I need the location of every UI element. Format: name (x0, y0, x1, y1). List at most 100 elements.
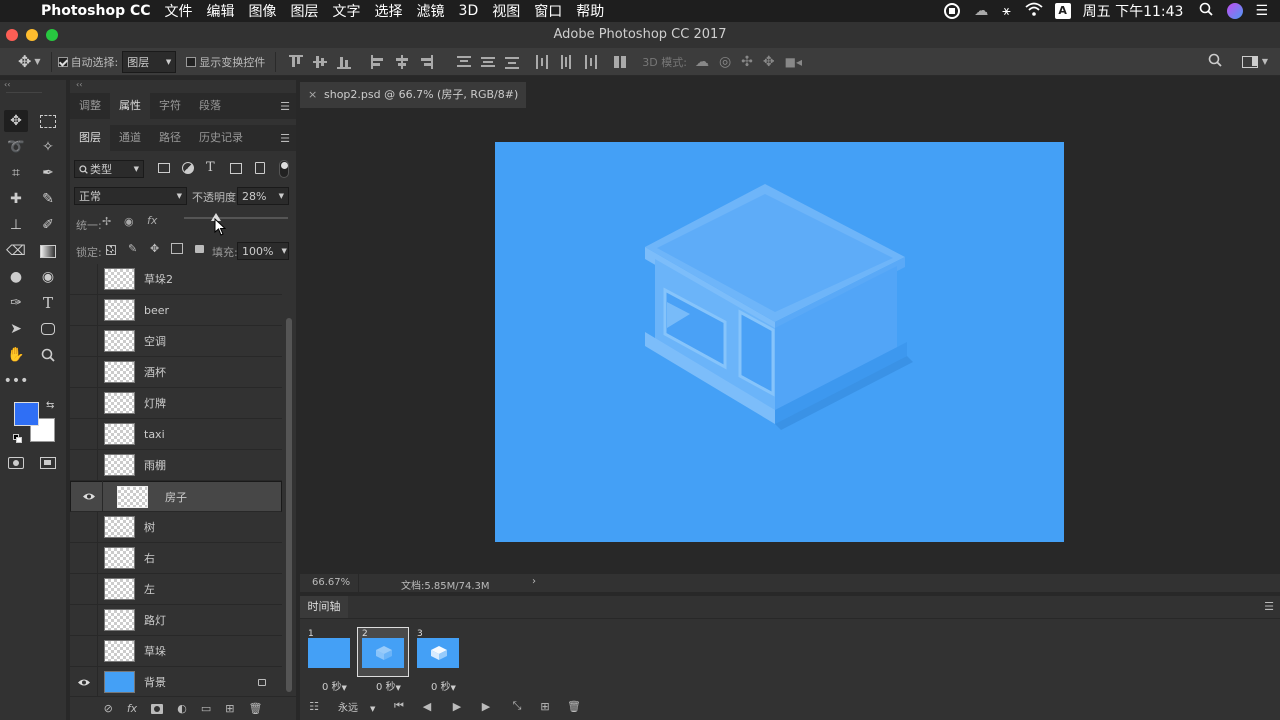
layer-thumbnail[interactable] (104, 516, 135, 538)
collapse-panels-icon[interactable]: ‹‹ (76, 80, 82, 89)
layer-row[interactable]: 草垛2 (70, 264, 282, 295)
layer-thumbnail[interactable] (104, 671, 135, 693)
layer-thumbnail[interactable] (104, 640, 135, 662)
tab-adjustments[interactable]: 调整 (70, 93, 110, 119)
3d-roll-icon[interactable]: ◎ (719, 54, 731, 70)
opacity-slider-track[interactable] (184, 217, 288, 219)
layer-thumbnail[interactable] (104, 361, 135, 383)
frame-delay-dropdown[interactable]: 0 秒▼ (376, 678, 401, 693)
menu-image[interactable]: 图像 (242, 1, 284, 21)
hand-tool-icon[interactable]: ✋ (4, 344, 28, 366)
auto-align-icon[interactable] (613, 55, 627, 69)
layer-name[interactable]: 草垛 (144, 643, 166, 659)
timeline-tab[interactable]: 时间轴 (300, 596, 348, 618)
input-method-icon[interactable]: A (1054, 3, 1071, 19)
lock-artboard-icon[interactable] (171, 243, 183, 254)
layer-name[interactable]: 右 (144, 550, 155, 566)
align-top-icon[interactable] (289, 54, 304, 69)
zoom-level[interactable]: 66.67% (312, 577, 350, 588)
layer-name[interactable]: 空调 (144, 333, 166, 349)
frame-thumbnail[interactable] (362, 638, 404, 668)
layer-row[interactable]: taxi (70, 418, 282, 450)
menu-select[interactable]: 选择 (368, 1, 410, 21)
visibility-toggle[interactable] (70, 325, 98, 357)
unify-position-icon[interactable]: ✢ (102, 215, 111, 228)
menu-3d[interactable]: 3D (452, 3, 486, 19)
eraser-tool-icon[interactable]: ⌫ (4, 240, 28, 262)
close-window-button[interactable] (6, 29, 18, 41)
frame-delay-dropdown[interactable]: 0 秒▼ (322, 678, 347, 693)
marquee-tool-icon[interactable] (36, 110, 60, 132)
layer-thumbnail[interactable] (117, 485, 148, 508)
menu-layer[interactable]: 图层 (284, 1, 326, 21)
layer-thumbnail[interactable] (104, 547, 135, 569)
magic-wand-icon[interactable]: ✧ (36, 136, 60, 158)
distribute-right-icon[interactable] (583, 54, 598, 69)
align-vcenter-icon[interactable] (313, 55, 328, 69)
layer-row[interactable]: 左 (70, 573, 282, 605)
frame-thumbnail[interactable] (417, 638, 459, 668)
layer-name[interactable]: 灯牌 (144, 395, 166, 411)
layer-row[interactable]: 树 (70, 511, 282, 543)
delete-layer-icon[interactable]: 🗑 (248, 702, 262, 715)
tab-paths[interactable]: 路径 (150, 125, 190, 151)
siri-icon[interactable] (1227, 3, 1244, 19)
panel-menu-icon[interactable]: ☰ (1264, 600, 1274, 613)
visibility-toggle[interactable] (70, 604, 98, 636)
foreground-color-swatch[interactable] (14, 402, 39, 426)
new-layer-icon[interactable]: ⊞ (225, 702, 234, 715)
move-tool-icon[interactable]: ✥ (4, 110, 28, 132)
layer-row[interactable]: 灯牌 (70, 387, 282, 419)
creative-cloud-icon[interactable]: ☁ (974, 3, 988, 19)
loop-dropdown[interactable]: 永远 ▼ (338, 699, 375, 714)
type-tool-icon[interactable]: T (36, 292, 60, 314)
workspace-scrollbar-right[interactable] (1262, 108, 1280, 574)
chevron-down-icon[interactable]: ▼ (34, 57, 40, 66)
layer-name[interactable]: 房子 (165, 489, 187, 505)
distribute-vcenter-icon[interactable] (481, 55, 496, 69)
layer-thumbnail[interactable] (104, 330, 135, 352)
tab-character[interactable]: 字符 (150, 93, 190, 119)
blur-tool-icon[interactable]: ● (4, 266, 28, 288)
align-right-icon[interactable] (419, 54, 434, 69)
filter-pixel-icon[interactable] (158, 163, 170, 173)
layer-name[interactable]: 酒杯 (144, 364, 166, 380)
eye-icon[interactable] (70, 666, 98, 696)
layer-thumbnail[interactable] (104, 454, 135, 476)
blend-mode-dropdown[interactable]: 正常 ▼ (74, 187, 187, 205)
layer-filter-dropdown[interactable]: 类型 ▼ (74, 160, 144, 178)
eye-icon[interactable] (75, 481, 103, 512)
collapse-toolbox-icon[interactable]: ‹‹ (4, 80, 10, 89)
eyedropper-icon[interactable]: ✒ (36, 162, 60, 184)
gradient-tool-icon[interactable] (36, 240, 60, 262)
visibility-toggle[interactable] (70, 387, 98, 419)
visibility-toggle[interactable] (70, 294, 98, 326)
lock-transparent-icon[interactable] (106, 245, 116, 255)
brush-tool-icon[interactable]: ✎ (36, 188, 60, 210)
path-selection-icon[interactable]: ➤ (4, 318, 28, 340)
layer-row[interactable]: beer (70, 294, 282, 326)
timeline-frame[interactable]: 3 (413, 628, 463, 676)
filter-adjustment-icon[interactable] (182, 162, 194, 174)
layer-row[interactable]: 酒杯 (70, 356, 282, 388)
distribute-top-icon[interactable] (457, 55, 472, 69)
align-left-icon[interactable] (371, 54, 385, 69)
layer-list-scrollbar[interactable] (286, 318, 292, 692)
new-group-icon[interactable]: ▭ (201, 702, 211, 715)
layer-row[interactable]: 雨棚 (70, 449, 282, 481)
pen-tool-icon[interactable]: ✑ (4, 292, 28, 314)
layer-row[interactable]: 右 (70, 542, 282, 574)
panel-menu-icon[interactable]: ☰ (280, 100, 290, 113)
record-icon[interactable] (944, 3, 961, 19)
menu-filter[interactable]: 滤镜 (410, 1, 452, 21)
layer-thumbnail[interactable] (104, 268, 135, 290)
distribute-hcenter-icon[interactable] (559, 54, 573, 69)
default-colors-icon[interactable] (13, 434, 22, 443)
layer-thumbnail[interactable] (104, 609, 135, 631)
menu-edit[interactable]: 编辑 (200, 1, 242, 21)
visibility-toggle[interactable] (70, 356, 98, 388)
crop-tool-icon[interactable]: ⌗ (4, 162, 28, 184)
visibility-toggle[interactable] (70, 542, 98, 574)
layer-row[interactable]: 空调 (70, 325, 282, 357)
tab-layers[interactable]: 图层 (70, 125, 110, 151)
